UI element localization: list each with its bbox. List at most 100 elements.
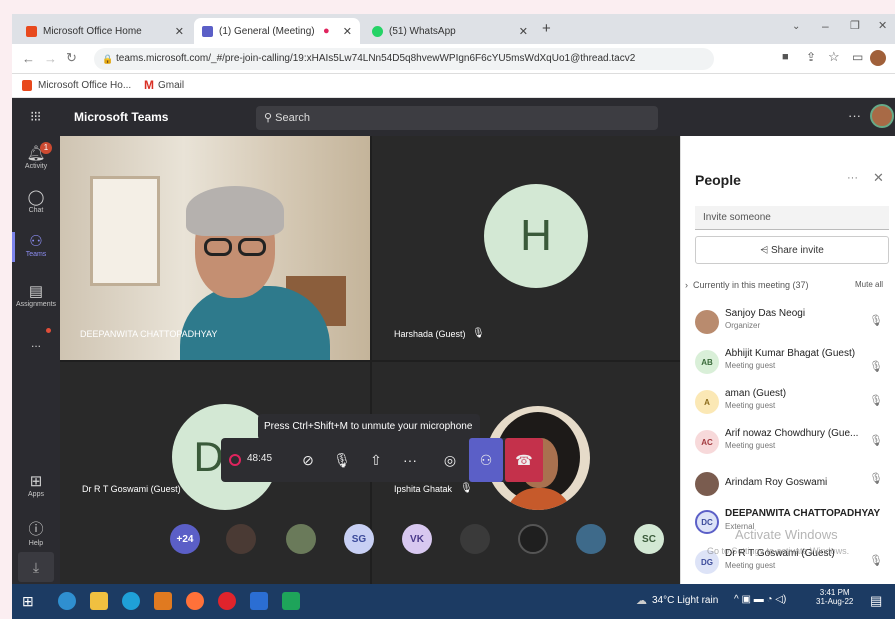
chevron-down-icon[interactable]: › bbox=[685, 280, 688, 290]
participant-row[interactable]: A aman (Guest) Meeting guest 🎙︎ bbox=[691, 386, 891, 424]
rail-item-help[interactable]: ⓘ Help bbox=[12, 518, 60, 547]
participant-thumb[interactable]: SG bbox=[344, 524, 374, 554]
tray-icons[interactable]: ^ ▣ ▬ ◔ ◁) bbox=[734, 594, 786, 605]
more-icon[interactable]: ··· bbox=[847, 172, 858, 184]
app-launcher-icon[interactable]: ⁝⁝⁝ bbox=[30, 108, 41, 125]
vlc-icon[interactable] bbox=[154, 592, 172, 610]
rail-item-assignments[interactable]: ▤ Assignments bbox=[12, 282, 60, 308]
search-placeholder: Search bbox=[275, 112, 310, 124]
sidepanel-icon[interactable]: ▭ bbox=[852, 50, 863, 64]
mic-off-icon: 🎙︎ bbox=[869, 315, 883, 327]
participant-name: Arindam Roy Goswami bbox=[725, 477, 828, 488]
participant-thumb[interactable] bbox=[286, 524, 316, 554]
chevron-down-icon[interactable]: ⌄ bbox=[792, 21, 800, 32]
close-icon[interactable]: ✕ bbox=[343, 25, 352, 38]
participant-thumb[interactable]: SC bbox=[634, 524, 664, 554]
participant-row[interactable]: AB Abhijit Kumar Bhagat (Guest) Meeting … bbox=[691, 346, 891, 384]
minimize-icon[interactable]: – bbox=[822, 19, 829, 33]
windows-start-icon[interactable]: ⊞ bbox=[22, 593, 34, 610]
teams-icon bbox=[202, 25, 213, 37]
more-icon[interactable]: ··· bbox=[848, 108, 861, 123]
download-icon[interactable]: ⤓ bbox=[18, 552, 54, 582]
window-close-icon[interactable]: ✕ bbox=[878, 19, 887, 32]
close-icon[interactable]: ✕ bbox=[519, 25, 528, 38]
share-screen-button[interactable]: ⇧ bbox=[359, 438, 393, 482]
rail-label: Help bbox=[28, 540, 44, 547]
user-avatar[interactable] bbox=[870, 104, 894, 128]
camera-off-icon: ⊘ bbox=[302, 451, 314, 468]
browser-tab-office[interactable]: Microsoft Office Home ✕ bbox=[18, 18, 192, 44]
rail-item-more[interactable]: ... bbox=[12, 328, 60, 350]
overflow-count[interactable]: +24 bbox=[170, 524, 200, 554]
people-button[interactable]: ⚇ bbox=[469, 438, 503, 482]
participant-avatar: A bbox=[695, 390, 719, 414]
search-icon: ⚲ bbox=[264, 112, 273, 124]
participant-row[interactable]: Sanjoy Das Neogi Organizer 🎙︎ bbox=[691, 306, 891, 344]
notifications-icon[interactable]: ▤ bbox=[870, 593, 882, 609]
bookmark-office[interactable]: Microsoft Office Ho... bbox=[38, 80, 131, 91]
app-icon[interactable] bbox=[282, 592, 300, 610]
rail-item-teams[interactable]: ⚇ Teams bbox=[12, 232, 60, 262]
file-explorer-icon[interactable] bbox=[90, 592, 108, 610]
participant-name: Ipshita Ghatak bbox=[394, 484, 453, 494]
close-icon[interactable]: ✕ bbox=[873, 170, 884, 186]
hang-up-icon: ☎︎ bbox=[515, 451, 533, 468]
participant-row[interactable]: AC Arif nowaz Chowdhury (Gue... Meeting … bbox=[691, 426, 891, 464]
rail-item-activity[interactable]: 🔔︎ 1 Activity bbox=[12, 142, 60, 170]
bell-icon: 🔔︎ bbox=[26, 145, 46, 162]
participant-thumb[interactable] bbox=[518, 524, 548, 554]
reload-icon[interactable]: ↻ bbox=[66, 50, 77, 66]
participant-thumb[interactable] bbox=[226, 524, 256, 554]
clock-time: 3:41 PM bbox=[819, 588, 850, 597]
rail-label: Chat bbox=[28, 207, 44, 214]
firefox-icon[interactable] bbox=[186, 592, 204, 610]
participant-thumb[interactable]: VK bbox=[402, 524, 432, 554]
word-icon[interactable] bbox=[250, 592, 268, 610]
forward-icon[interactable]: → bbox=[44, 51, 57, 66]
participant-role: Meeting guest bbox=[725, 561, 776, 570]
clock[interactable]: 3:41 PM 31-Aug-22 bbox=[816, 588, 853, 606]
video-tile-harshada[interactable]: H Harshada (Guest) 🎙︎ bbox=[372, 136, 680, 360]
meeting-stage: DEEPANWITA CHATTOPADHYAY H Harshada (Gue… bbox=[60, 136, 680, 584]
participant-thumb[interactable] bbox=[460, 524, 490, 554]
restore-icon[interactable]: ❐ bbox=[850, 19, 860, 32]
url-field[interactable]: 🔒 teams.microsoft.com/_#/pre-join-callin… bbox=[94, 48, 714, 70]
weather-text[interactable]: 34°C Light rain bbox=[652, 595, 718, 606]
new-tab-icon[interactable]: + bbox=[542, 20, 551, 37]
profile-avatar[interactable] bbox=[870, 50, 886, 66]
help-icon: ⓘ bbox=[28, 521, 44, 538]
video-tile-deepanwita[interactable]: DEEPANWITA CHATTOPADHYAY bbox=[60, 136, 370, 360]
participant-role: Meeting guest bbox=[725, 361, 776, 370]
mic-off-button[interactable]: 🎙︎ bbox=[325, 438, 359, 482]
share-icon[interactable]: ⇪ bbox=[806, 50, 816, 64]
participant-row[interactable]: Arindam Roy Goswami 🎙︎ bbox=[691, 468, 891, 506]
edge-icon[interactable] bbox=[122, 592, 140, 610]
bookmark-gmail[interactable]: Gmail bbox=[158, 80, 184, 91]
invite-input[interactable]: Invite someone bbox=[695, 206, 889, 230]
tab-title: (1) General (Meeting) | Micr bbox=[219, 25, 317, 37]
chrome-icon[interactable] bbox=[58, 592, 76, 610]
browser-tab-whatsapp[interactable]: (51) WhatsApp ✕ bbox=[364, 18, 536, 44]
rail-item-apps[interactable]: ⊞ Apps bbox=[12, 472, 60, 498]
participant-thumb[interactable] bbox=[576, 524, 606, 554]
close-icon[interactable]: ✕ bbox=[175, 25, 184, 38]
share-invite-button[interactable]: ⩤ Share invite bbox=[695, 236, 889, 264]
mic-off-icon: 🎙︎ bbox=[869, 473, 883, 485]
screen: Microsoft Office Home ✕ (1) General (Mee… bbox=[12, 14, 895, 619]
camera-off-button[interactable]: ⊘ bbox=[291, 438, 325, 482]
star-icon[interactable]: ☆ bbox=[828, 49, 840, 65]
more-actions-button[interactable]: ··· bbox=[393, 438, 427, 482]
camera-blocked-icon[interactable]: ■ bbox=[782, 51, 789, 63]
address-bar: ← → ↻ 🔒 teams.microsoft.com/_#/pre-join-… bbox=[12, 44, 895, 74]
chat-button[interactable]: ◎ bbox=[433, 438, 467, 482]
search-input[interactable]: ⚲ Search bbox=[256, 106, 658, 130]
rail-item-chat[interactable]: ◯ Chat bbox=[12, 188, 60, 214]
browser-tab-teams[interactable]: (1) General (Meeting) | Micr ● ✕ bbox=[194, 18, 360, 44]
mute-all-button[interactable]: Mute all bbox=[855, 280, 883, 289]
back-icon[interactable]: ← bbox=[22, 51, 35, 66]
opera-icon[interactable] bbox=[218, 592, 236, 610]
section-header[interactable]: Currently in this meeting (37) bbox=[693, 280, 809, 290]
leave-call-button[interactable]: ☎︎ bbox=[505, 438, 543, 482]
share-invite-label: Share invite bbox=[770, 245, 824, 256]
participant-name: Sanjoy Das Neogi bbox=[725, 308, 806, 319]
